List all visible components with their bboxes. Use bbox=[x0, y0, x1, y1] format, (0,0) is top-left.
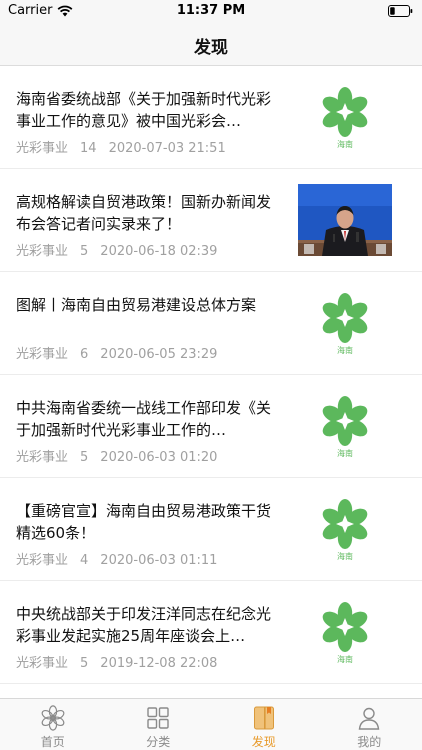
article-title: 海南省委统战部《关于加强新时代光彩事业工作的意见》被中国光彩会… bbox=[16, 90, 272, 130]
article-item[interactable]: 海南省委统战部《关于加强新时代光彩事业工作的意见》被中国光彩会… 光彩事业 14 20… bbox=[0, 66, 422, 169]
article-source: 光彩事业 bbox=[16, 450, 69, 465]
article-item[interactable]: 中央统战部关于印发汪洋同志在纪念光彩事业发起实施25周年座谈会上… 光彩事业 5 20… bbox=[0, 581, 422, 684]
article-source: 光彩事业 bbox=[16, 244, 69, 259]
article-view-count: 6 bbox=[80, 347, 89, 362]
guangcai-logo-thumbnail: 海南 bbox=[298, 596, 392, 668]
article-view-count: 4 bbox=[80, 553, 89, 568]
article-meta: 光彩事业 4 2020-06-03 01:11 bbox=[16, 549, 229, 568]
status-time: 11:37 PM bbox=[176, 3, 246, 18]
status-bar: Carrier 11:37 PM bbox=[0, 0, 422, 22]
article-date: 2020-07-03 21:51 bbox=[108, 141, 226, 156]
article-date: 2020-06-18 02:39 bbox=[100, 244, 218, 259]
tab-label: 我的 bbox=[357, 735, 382, 749]
article-source: 光彩事业 bbox=[16, 553, 69, 568]
logo-caption: 海南 bbox=[337, 345, 353, 355]
article-source: 光彩事业 bbox=[16, 141, 69, 156]
article-date: 2020-06-03 01:20 bbox=[100, 450, 218, 465]
article-source: 光彩事业 bbox=[16, 656, 69, 671]
article-view-count: 5 bbox=[80, 656, 89, 671]
article-item[interactable]: 图解丨海南自由贸易港建设总体方案 光彩事业 6 2020-06-05 23:29 海南 bbox=[0, 272, 422, 375]
tab-discover[interactable]: 发现 bbox=[211, 699, 317, 750]
article-date: 2020-06-03 01:11 bbox=[100, 553, 218, 568]
article-meta: 光彩事业 5 2020-06-03 01:20 bbox=[16, 446, 229, 465]
page-title: 发现 bbox=[194, 38, 228, 58]
article-title: 中共海南省委统一战线工作部印发《关于加强新时代光彩事业工作的… bbox=[16, 399, 272, 439]
tab-label: 首页 bbox=[40, 735, 65, 749]
article-date: 2019-12-08 22:08 bbox=[100, 656, 218, 671]
tab-mine[interactable]: 我的 bbox=[317, 699, 422, 750]
navigation-bar: 发现 bbox=[0, 22, 422, 66]
guangcai-logo-thumbnail: 海南 bbox=[298, 81, 392, 153]
article-title: 【重磅官宣】海南自由贸易港政策干货精选60条！ bbox=[16, 502, 272, 542]
article-meta: 光彩事业 6 2020-06-05 23:29 bbox=[16, 343, 229, 362]
article-meta: 光彩事业 5 2019-12-08 22:08 bbox=[16, 652, 229, 671]
logo-caption: 海南 bbox=[337, 139, 353, 149]
guangcai-logo-thumbnail: 海南 bbox=[298, 287, 392, 359]
article-date: 2020-06-05 23:29 bbox=[100, 347, 218, 362]
tab-category[interactable]: 分类 bbox=[106, 699, 212, 750]
article-title: 高规格解读自贸港政策！国新办新闻发布会答记者问实录来了！ bbox=[16, 193, 272, 233]
logo-caption: 海南 bbox=[337, 448, 353, 458]
article-feed[interactable]: 海南省委统战部《关于加强新时代光彩事业工作的意见》被中国光彩会… 光彩事业 14 20… bbox=[0, 66, 422, 698]
press-conference-photo bbox=[298, 184, 392, 256]
guangcai-logo-thumbnail: 海南 bbox=[298, 493, 392, 565]
article-title: 中央统战部关于印发汪洋同志在纪念光彩事业发起实施25周年座谈会上… bbox=[16, 605, 272, 645]
article-meta: 光彩事业 5 2020-06-18 02:39 bbox=[16, 240, 229, 259]
article-item[interactable]: 中共海南省委统一战线工作部印发《关于加强新时代光彩事业工作的… 光彩事业 5 2020… bbox=[0, 375, 422, 478]
article-item[interactable]: 高规格解读自贸港政策！国新办新闻发布会答记者问实录来了！ 光彩事业 5 2020-06… bbox=[0, 169, 422, 272]
article-item[interactable]: 【重磅官宣】海南自由贸易港政策干货精选60条！ 光彩事业 4 2020-06-03 0… bbox=[0, 478, 422, 581]
logo-caption: 海南 bbox=[337, 654, 353, 664]
article-source: 光彩事业 bbox=[16, 347, 69, 362]
tab-bar: 首页 分类 发现 我的 bbox=[0, 698, 422, 750]
guangcai-logo-thumbnail: 海南 bbox=[298, 390, 392, 462]
logo-caption: 海南 bbox=[337, 551, 353, 561]
tab-label: 分类 bbox=[146, 735, 171, 749]
article-meta: 光彩事业 14 2020-07-03 21:51 bbox=[16, 137, 238, 156]
tab-home[interactable]: 首页 bbox=[0, 699, 106, 750]
article-view-count: 5 bbox=[80, 450, 89, 465]
article-title: 图解丨海南自由贸易港建设总体方案 bbox=[16, 296, 257, 314]
tab-label: 发现 bbox=[251, 735, 276, 749]
article-view-count: 5 bbox=[80, 244, 89, 259]
battery-icon bbox=[388, 5, 413, 17]
article-view-count: 14 bbox=[80, 141, 97, 156]
